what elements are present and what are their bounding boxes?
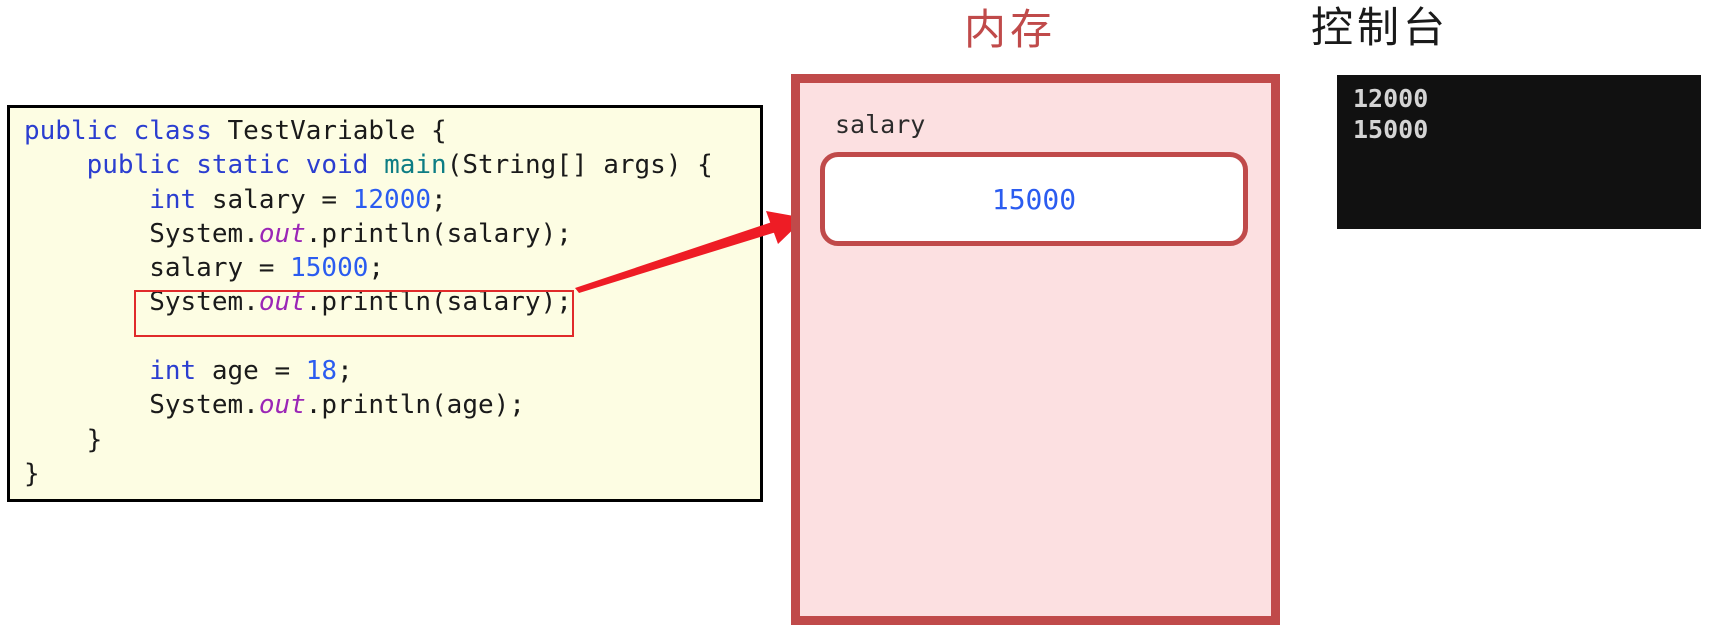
console-output-line: 12000: [1353, 84, 1429, 113]
code-line: System.out.println(salary);: [24, 217, 713, 251]
memory-title: 内存: [963, 5, 1056, 54]
memory-variable-label: salary: [835, 110, 926, 139]
memory-value-text: 15000: [991, 182, 1077, 216]
code-line: }: [24, 423, 713, 457]
code-line: System.out.println(salary);: [24, 285, 713, 319]
code-line: public static void main(String[] args) {: [24, 148, 713, 182]
code-line: salary = 15000;: [24, 251, 713, 285]
memory-panel: salary 15000: [791, 74, 1280, 625]
code-token: main: [384, 150, 447, 181]
console-panel: 12000 15000: [1337, 75, 1701, 229]
code-token: .println(age);: [305, 390, 525, 421]
code-token: (String[] args) {: [446, 150, 713, 181]
code-token: void: [305, 150, 369, 181]
code-token: out: [258, 390, 306, 421]
code-token: public: [24, 116, 118, 146]
code-token: 15000: [290, 253, 369, 284]
code-token: System.: [24, 218, 259, 249]
console-output: 12000 15000: [1353, 83, 1428, 145]
code-line: }: [24, 457, 713, 491]
console-output-line: 15000: [1353, 115, 1429, 144]
code-token: }: [24, 458, 40, 489]
code-token: public: [86, 150, 181, 181]
code-token: }: [24, 424, 103, 455]
memory-value-box: 15000: [820, 152, 1248, 246]
code-token: out: [258, 218, 306, 249]
code-line: public class TestVariable {: [24, 114, 713, 148]
code-token: .println(salary);: [305, 287, 572, 318]
code-token: int: [149, 184, 197, 215]
code-line: System.out.println(age);: [24, 388, 713, 422]
code-token: ;: [368, 253, 385, 284]
code-line: int age = 18;: [24, 354, 713, 388]
code-token: ;: [431, 184, 447, 215]
code-listing: public class TestVariable { public stati…: [24, 114, 713, 491]
code-panel: public class TestVariable { public stati…: [7, 105, 763, 502]
code-token: class: [133, 116, 212, 146]
code-token: TestVariable {: [211, 116, 447, 146]
code-token: out: [258, 287, 306, 318]
code-token: static: [196, 150, 291, 181]
code-token: System.: [24, 390, 259, 421]
code-token: salary =: [24, 253, 291, 284]
console-title: 控制台: [1310, 3, 1449, 52]
code-token: System.: [24, 287, 259, 318]
code-token: age =: [196, 356, 306, 387]
code-token: ;: [337, 356, 353, 387]
code-token: int: [149, 356, 197, 387]
code-token: .println(salary);: [305, 218, 572, 249]
code-token: 18: [305, 356, 338, 387]
code-token: salary =: [196, 184, 353, 215]
code-token: 12000: [352, 184, 432, 215]
code-line: int salary = 12000;: [24, 183, 713, 217]
